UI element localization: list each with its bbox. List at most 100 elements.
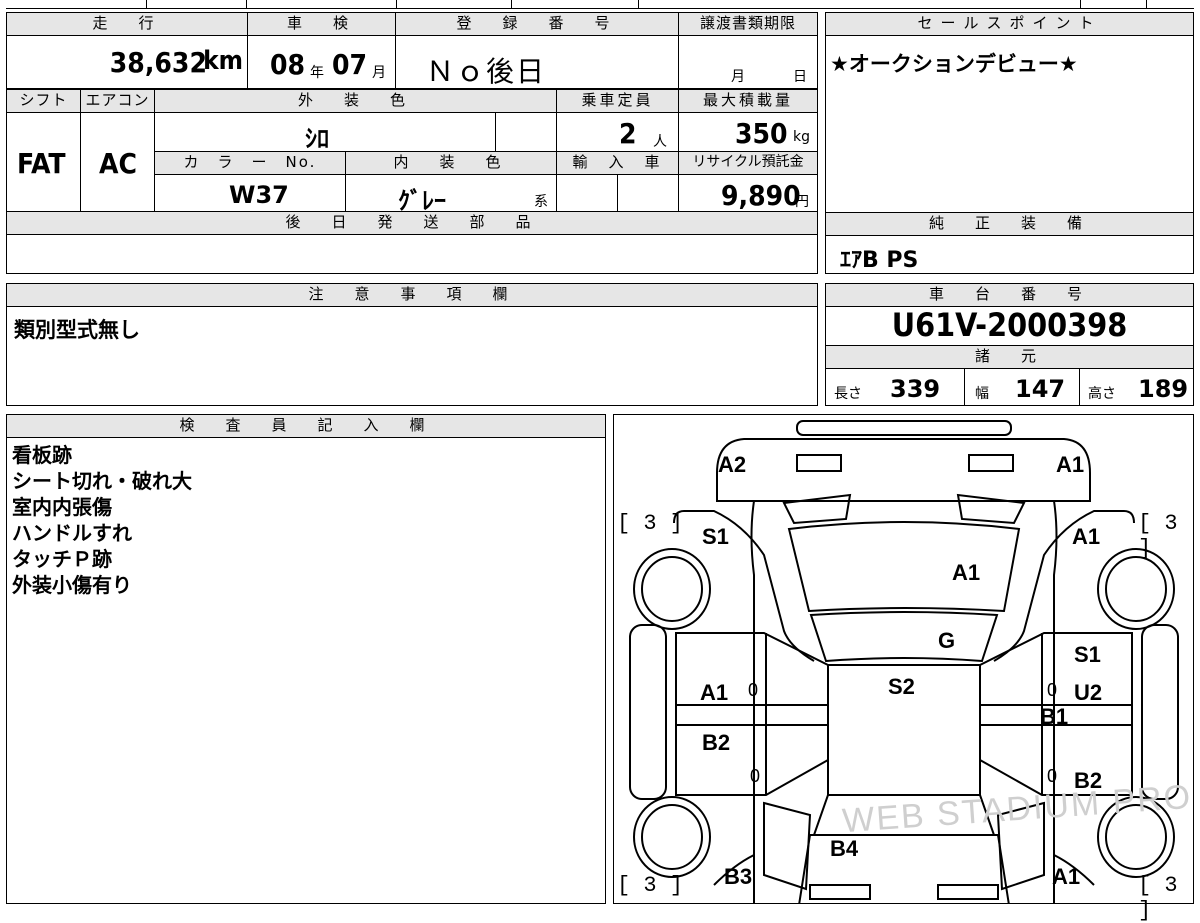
headlight-right xyxy=(956,493,1026,525)
top-strip-tick xyxy=(1080,0,1081,8)
front-right-wheel xyxy=(1097,548,1175,630)
chassis-header: 車 台 番 号 xyxy=(825,283,1194,307)
top-strip-tick xyxy=(146,0,147,8)
interior-color-cell: ｸﾞﾚｰ 系 xyxy=(345,174,557,215)
mileage-cell: 38,632 km xyxy=(6,35,248,89)
top-strip-tick xyxy=(511,0,512,8)
aircon-value: AC xyxy=(99,147,137,180)
right-fender-curve xyxy=(993,510,1135,662)
capacity-unit: 人 xyxy=(653,134,667,150)
front-bumper-tab xyxy=(796,420,1012,436)
max-load-header: 最大積載量 xyxy=(678,89,818,113)
shift-cell: FAT xyxy=(6,112,81,212)
capacity-cell: 2 人 xyxy=(556,112,679,152)
length-cell: 長さ 339 xyxy=(825,368,965,406)
inspector-header: 検 査 員 記 入 欄 xyxy=(6,414,606,438)
corner-bracket-top-left: [ 3 ] xyxy=(617,511,684,536)
front-lamp-left xyxy=(796,454,842,472)
top-strip-tick xyxy=(246,0,247,8)
label-fender-right: A1 xyxy=(1072,524,1101,549)
width-cell: 幅 147 xyxy=(964,368,1080,406)
label-left-front-door: A1 xyxy=(700,680,729,705)
deadline-month-unit: 月 xyxy=(731,69,745,85)
exterior-color-cell: ｼﾛ xyxy=(154,112,496,153)
inspector-notes: 看板跡 シート切れ・破れ大 室内内張傷 ハンドルすれ タッチＰ跡 外装小傷有り xyxy=(12,442,192,598)
exterior-color-header: 外 装 色 xyxy=(154,89,557,113)
capacity-value: 2 xyxy=(619,117,637,150)
height-cell: 高さ 189 xyxy=(1079,368,1194,406)
sales-point-header: セールスポイント xyxy=(825,12,1194,36)
import-header: 輸 入 車 xyxy=(556,151,679,175)
inspector-note: 室内内張傷 xyxy=(12,495,112,519)
left-door-sash xyxy=(675,704,829,726)
registration-cell: Ｎｏ後日 xyxy=(395,35,679,89)
registration-value: Ｎｏ後日 xyxy=(426,55,547,88)
top-strip-tick xyxy=(1146,0,1147,8)
inspection-header: 車 検 xyxy=(247,12,396,36)
rear-left-wheel xyxy=(633,796,711,878)
year-unit: 年 xyxy=(310,65,324,81)
genuine-equipment-header: 純 正 装 備 xyxy=(825,212,1194,236)
exterior-color-extra-cell xyxy=(495,112,557,152)
recycle-cell: 9,890 円 xyxy=(678,174,818,212)
inspection-cell: 08 年 07 月 xyxy=(247,35,396,89)
top-strip-tick xyxy=(396,0,397,8)
import-cell-b xyxy=(617,174,679,212)
rear-lamp-right xyxy=(937,884,999,900)
mileage-unit: km xyxy=(203,46,243,76)
length-label: 長さ xyxy=(834,386,862,402)
color-no-header: カ ラ ー No. xyxy=(154,151,346,175)
left-fender-curve xyxy=(673,510,815,662)
top-strip xyxy=(6,0,1194,9)
right-front-door-zero: 0 xyxy=(1047,680,1058,700)
corner-bracket-bottom-right: [ 3 ] xyxy=(1138,873,1178,923)
color-no-value: W37 xyxy=(229,181,289,209)
exterior-color-value: ｼﾛ xyxy=(305,125,329,153)
chassis-number: U61V-2000398 xyxy=(891,306,1128,344)
color-no-cell: W37 xyxy=(154,174,346,212)
length-value: 339 xyxy=(890,375,941,403)
genuine-equipment-text: ｴｱB PS xyxy=(840,248,919,273)
label-roof: S2 xyxy=(888,674,915,699)
width-value: 147 xyxy=(1015,375,1066,403)
left-side-sill xyxy=(629,624,667,800)
deadline-day-unit: 日 xyxy=(793,69,807,85)
recycle-header: リサイクル預託金 xyxy=(678,151,818,175)
height-label: 高さ xyxy=(1088,386,1116,402)
label-glass: G xyxy=(938,628,956,653)
label-right-front-door: U2 xyxy=(1074,680,1103,705)
width-label: 幅 xyxy=(975,386,989,402)
label-left-rear-door: B2 xyxy=(702,730,731,755)
right-side-sill xyxy=(1141,624,1179,800)
front-bumper xyxy=(716,438,1091,502)
specs-header: 諸 元 xyxy=(825,345,1194,369)
corner-bracket-bottom-left: [ 3 ] xyxy=(617,873,684,898)
corner-bracket-top-right: [ 3 ] xyxy=(1138,511,1178,561)
month-unit: 月 xyxy=(372,65,386,81)
left-front-door-zero: 0 xyxy=(748,680,759,700)
label-front-left: A2 xyxy=(718,452,747,477)
recycle-unit: 円 xyxy=(795,194,809,210)
inspection-year: 08 xyxy=(270,48,306,81)
shift-header: シフト xyxy=(6,89,81,113)
front-right-wheel-inner xyxy=(1105,556,1167,622)
top-strip-tick xyxy=(638,0,639,8)
max-load-cell: 350 kg xyxy=(678,112,818,152)
interior-suffix: 系 xyxy=(534,194,548,210)
rear-left-wheel-inner xyxy=(641,804,703,870)
import-cell-a xyxy=(556,174,618,212)
right-rear-door-zero: 0 xyxy=(1047,766,1058,786)
later-parts-cell xyxy=(6,234,818,274)
label-front-right: A1 xyxy=(1056,452,1085,477)
later-parts-header: 後 日 発 送 部 品 xyxy=(6,211,818,235)
left-rear-door-zero: 0 xyxy=(750,766,761,786)
inspection-month: 07 xyxy=(332,48,368,81)
remarks-header: 注 意 事 項 欄 xyxy=(6,283,818,307)
max-load-value: 350 xyxy=(735,117,788,150)
transfer-deadline-cell: 月 日 xyxy=(678,35,818,89)
label-rear-left: B3 xyxy=(724,864,753,889)
capacity-header: 乗車定員 xyxy=(556,89,679,113)
inspector-note: シート切れ・破れ大 xyxy=(12,469,192,493)
registration-header: 登 録 番 号 xyxy=(395,12,679,36)
sales-point-text: ★オークションデビュー★ xyxy=(830,52,1078,76)
